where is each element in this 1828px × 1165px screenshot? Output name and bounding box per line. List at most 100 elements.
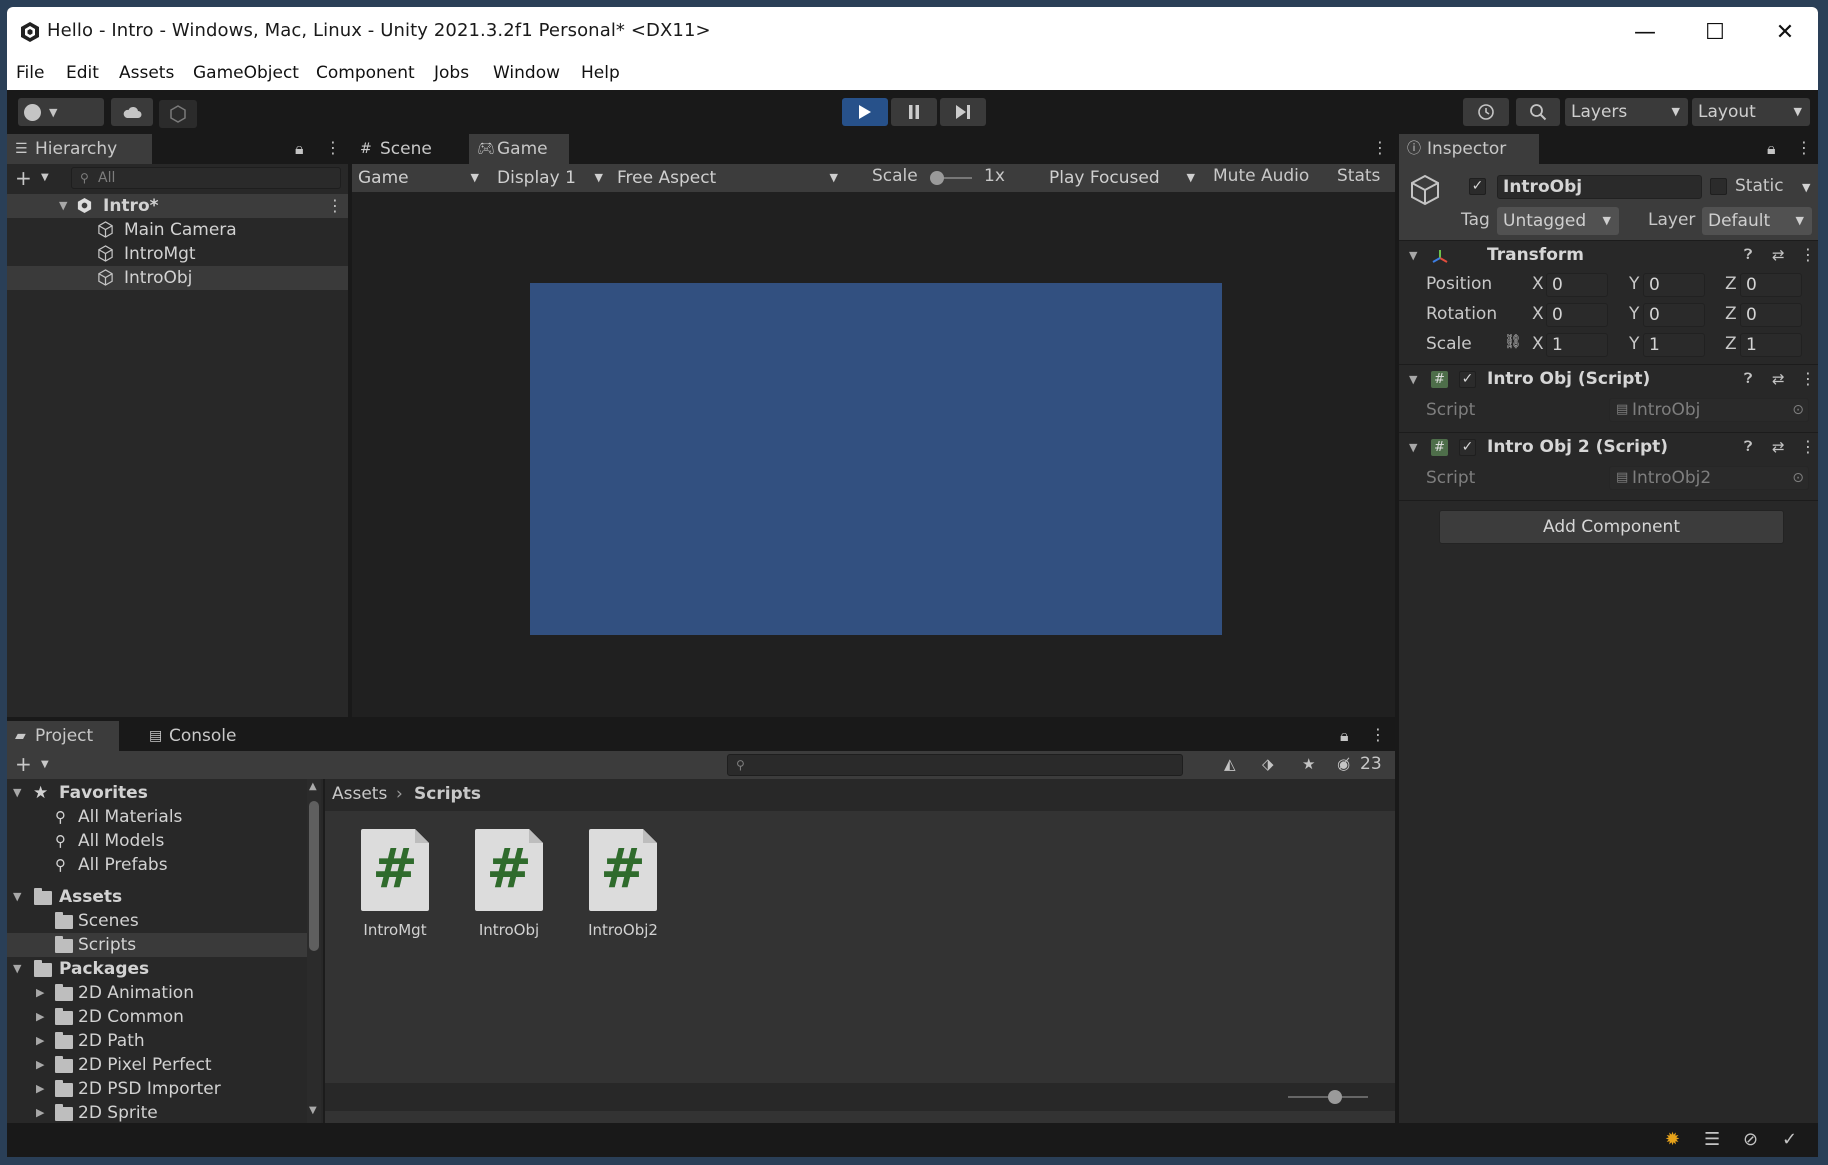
kebab-menu-icon[interactable]: ⋮ <box>1372 140 1388 156</box>
stats-toggle[interactable]: Stats <box>1337 166 1380 186</box>
rotation-x-field[interactable]: 0 <box>1546 303 1608 327</box>
menu-gameobject[interactable]: GameObject <box>193 63 299 83</box>
tab-game[interactable]: 🎮︎ Game <box>469 134 569 164</box>
tree-item-package[interactable]: ▶ 2D Sprite <box>7 1101 307 1123</box>
tree-item-scripts[interactable]: Scripts <box>7 933 307 957</box>
menu-help[interactable]: Help <box>581 63 620 83</box>
script-object-field[interactable]: ▤ IntroObj ⊙ <box>1609 398 1809 422</box>
tree-item-packages[interactable]: ▼ Packages <box>7 957 307 981</box>
account-button[interactable]: ▼ <box>18 98 104 126</box>
menu-assets[interactable]: Assets <box>119 63 174 83</box>
fold-open-icon[interactable]: ▼ <box>59 194 67 218</box>
tree-item-all-materials[interactable]: ⚲ All Materials <box>7 805 307 829</box>
kebab-menu-icon[interactable]: ⋮ <box>1370 727 1386 743</box>
add-icon[interactable]: + <box>15 166 32 190</box>
project-search-input[interactable]: ⚲ <box>727 754 1183 776</box>
pause-button[interactable] <box>891 98 937 126</box>
static-checkbox[interactable] <box>1710 178 1727 195</box>
scale-x-field[interactable]: 1 <box>1546 333 1608 357</box>
menu-jobs[interactable]: Jobs <box>434 63 469 83</box>
asset-item-introobj[interactable]: # IntroObj <box>459 827 559 939</box>
chevron-down-icon[interactable]: ▼ <box>41 759 49 770</box>
add-icon[interactable]: + <box>15 752 32 776</box>
filter-type-icon[interactable]: ◭ <box>1224 757 1236 772</box>
tree-item-favorites[interactable]: ▼ ★ Favorites <box>7 781 307 805</box>
auto-generate-lighting-icon[interactable]: ⊘ <box>1743 1129 1758 1150</box>
search-button[interactable] <box>1516 98 1560 126</box>
tree-item-package[interactable]: ▶ 2D PSD Importer <box>7 1077 307 1101</box>
progress-check-icon[interactable]: ✓ <box>1782 1129 1797 1150</box>
scroll-up-icon[interactable]: ▲ <box>309 781 317 792</box>
kebab-menu-icon[interactable]: ⋮ <box>325 140 341 156</box>
tab-hierarchy[interactable]: ☰ Hierarchy <box>7 134 152 164</box>
scroll-down-icon[interactable]: ▼ <box>309 1105 317 1116</box>
layers-dropdown[interactable]: Layers ▼ <box>1565 98 1688 126</box>
kebab-menu-icon[interactable]: ⋮ <box>1800 247 1816 263</box>
object-picker-icon[interactable]: ⊙ <box>1792 467 1804 489</box>
tab-scene[interactable]: # Scene <box>352 134 467 164</box>
aspect-dropdown[interactable]: Free Aspect ▼ <box>611 164 846 192</box>
fold-closed-icon[interactable]: ▶ <box>36 1077 44 1101</box>
tree-item-package[interactable]: ▶ 2D Path <box>7 1029 307 1053</box>
layer-dropdown[interactable]: Default ▼ <box>1702 207 1812 235</box>
scale-slider-handle[interactable] <box>930 171 944 185</box>
tree-item-all-prefabs[interactable]: ⚲ All Prefabs <box>7 853 307 877</box>
preset-icon[interactable]: ⇄ <box>1772 372 1785 387</box>
script-object-field[interactable]: ▤ IntroObj2 ⊙ <box>1609 466 1809 490</box>
kebab-menu-icon[interactable]: ⋮ <box>1800 439 1816 455</box>
preset-icon[interactable]: ⇄ <box>1772 440 1785 455</box>
tab-project[interactable]: ▰ Project <box>7 721 119 751</box>
cache-server-icon[interactable]: ☰ <box>1704 1129 1720 1150</box>
hidden-eye-icon[interactable]: ◉̸ <box>1337 757 1350 772</box>
collab-button[interactable] <box>159 100 197 128</box>
rotation-z-field[interactable]: 0 <box>1740 303 1802 327</box>
hierarchy-item-intromgt[interactable]: IntroMgt <box>7 242 348 266</box>
mute-audio-toggle[interactable]: Mute Audio <box>1213 166 1309 186</box>
position-z-field[interactable]: 0 <box>1740 273 1802 297</box>
help-icon[interactable]: ❓︎ <box>1744 372 1752 386</box>
star-icon[interactable]: ★ <box>1302 757 1315 772</box>
game-view-render[interactable] <box>530 283 1222 635</box>
rotation-y-field[interactable]: 0 <box>1643 303 1705 327</box>
step-button[interactable] <box>940 98 986 126</box>
lock-icon[interactable]: 🔒︎ <box>1767 141 1776 157</box>
play-button[interactable] <box>842 98 888 126</box>
chevron-down-icon[interactable]: ▼ <box>41 172 49 183</box>
object-name-input[interactable]: IntroObj <box>1497 175 1702 199</box>
menu-edit[interactable]: Edit <box>66 63 99 83</box>
menu-component[interactable]: Component <box>316 63 415 83</box>
asset-item-introobj2[interactable]: # IntroObj2 <box>573 827 673 939</box>
tab-inspector[interactable]: ⓘ Inspector <box>1399 134 1539 164</box>
hierarchy-item-main-camera[interactable]: Main Camera <box>7 218 348 242</box>
component-header[interactable]: ▼ # ✓ Intro Obj 2 (Script) ❓︎ ⇄ ⋮ <box>1399 433 1818 463</box>
scale-z-field[interactable]: 1 <box>1740 333 1802 357</box>
tree-item-assets[interactable]: ▼ Assets <box>7 885 307 909</box>
cloud-button[interactable] <box>111 98 153 126</box>
component-enabled-checkbox[interactable]: ✓ <box>1459 439 1476 456</box>
label-icon[interactable]: ⬗ <box>1262 757 1274 772</box>
fold-closed-icon[interactable]: ▶ <box>36 1029 44 1053</box>
tree-scrollbar[interactable]: ▲ ▼ <box>307 779 321 1123</box>
game-mode-dropdown[interactable]: Game ▼ <box>352 164 487 192</box>
position-x-field[interactable]: 0 <box>1546 273 1608 297</box>
constrain-proportions-icon[interactable]: ⛓︎ <box>1504 334 1522 350</box>
fold-closed-icon[interactable]: ▶ <box>36 981 44 1005</box>
breadcrumb-scripts[interactable]: Scripts <box>414 784 481 804</box>
kebab-menu-icon[interactable]: ⋮ <box>327 198 343 214</box>
scale-y-field[interactable]: 1 <box>1643 333 1705 357</box>
display-dropdown[interactable]: Display 1 ▼ <box>491 164 611 192</box>
fold-closed-icon[interactable]: ▶ <box>36 1101 44 1123</box>
preset-icon[interactable]: ⇄ <box>1772 248 1785 263</box>
maximize-button[interactable]: ☐ <box>1680 7 1750 57</box>
minimize-button[interactable]: — <box>1610 7 1680 57</box>
icon-size-slider-handle[interactable] <box>1328 1090 1342 1104</box>
tree-item-all-models[interactable]: ⚲ All Models <box>7 829 307 853</box>
component-enabled-checkbox[interactable]: ✓ <box>1459 371 1476 388</box>
hierarchy-item-introobj[interactable]: IntroObj <box>7 266 348 290</box>
tag-dropdown[interactable]: Untagged ▼ <box>1497 207 1619 235</box>
lock-icon[interactable]: 🔒︎ <box>1340 728 1349 744</box>
kebab-menu-icon[interactable]: ⋮ <box>1800 371 1816 387</box>
active-checkbox[interactable]: ✓ <box>1469 178 1486 195</box>
tree-item-scenes[interactable]: Scenes <box>7 909 307 933</box>
close-button[interactable]: ✕ <box>1750 7 1818 57</box>
